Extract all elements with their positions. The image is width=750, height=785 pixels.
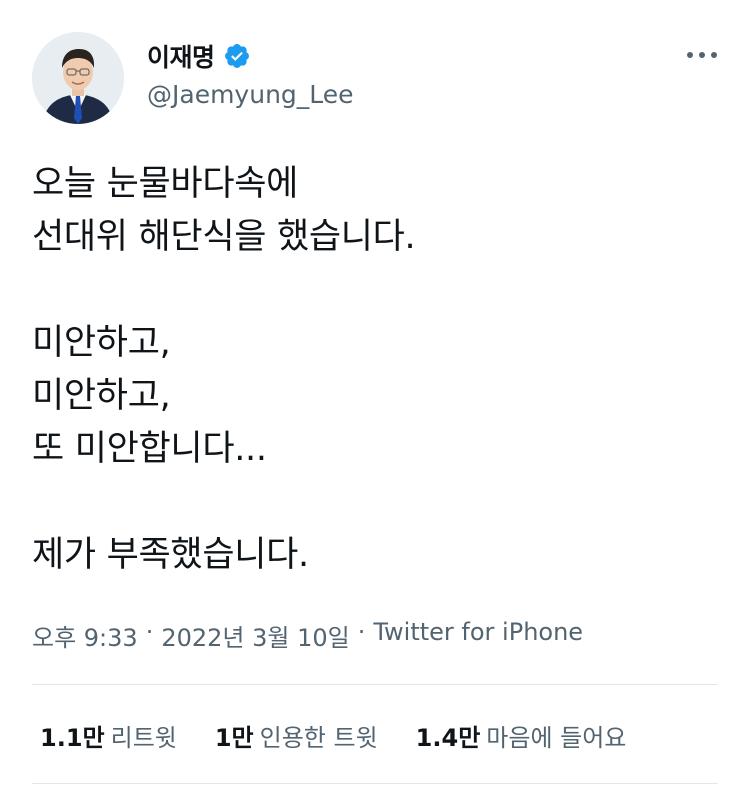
author-display-name[interactable]: 이재명 (147, 38, 215, 74)
meta-separator: · (145, 618, 154, 646)
retweets-count: 1.1만 (40, 724, 105, 752)
more-dots-icon (687, 52, 717, 58)
tweet-card: 이재명 @Jaemyung_Lee 오늘 눈물바다속에 선대위 해단식을 했습니… (0, 0, 750, 785)
tweet-time[interactable]: 오후 9:33 (32, 618, 138, 653)
quotes-stat[interactable]: 1만 인용한 트윗 (215, 718, 378, 753)
retweets-label: 리트윗 (110, 724, 177, 752)
avatar-image (32, 32, 124, 124)
author-handle[interactable]: @Jaemyung_Lee (147, 80, 354, 109)
divider (32, 684, 718, 685)
quotes-label: 인용한 트윗 (259, 724, 378, 752)
more-options-button[interactable] (684, 40, 720, 70)
likes-stat[interactable]: 1.4만 마음에 들어요 (416, 718, 627, 753)
tweet-paragraph: 미안하고, 미안하고, 또 미안합니다... (32, 323, 267, 469)
tweet-text: 오늘 눈물바다속에 선대위 해단식을 했습니다. 미안하고, 미안하고, 또 미… (32, 158, 722, 582)
retweets-stat[interactable]: 1.1만 리트윗 (40, 718, 177, 753)
avatar[interactable] (32, 32, 124, 124)
tweet-source-link[interactable]: Twitter for iPhone (373, 618, 583, 653)
quotes-count: 1만 (214, 724, 254, 752)
tweet-stats: 1.1만 리트윗 1만 인용한 트윗 1.4만 마음에 들어요 (40, 718, 664, 753)
likes-count: 1.4만 (415, 724, 481, 752)
divider (32, 783, 718, 784)
meta-separator: · (357, 618, 366, 646)
tweet-date[interactable]: 2022년 3월 10일 (161, 618, 349, 653)
likes-label: 마음에 들어요 (486, 724, 627, 752)
tweet-paragraph: 제가 부족했습니다. (32, 535, 309, 575)
tweet-meta: 오후 9:33 · 2022년 3월 10일 · Twitter for iPh… (32, 618, 583, 653)
tweet-paragraph: 오늘 눈물바다속에 선대위 해단식을 했습니다. (32, 164, 416, 257)
author-name-row: 이재명 (147, 38, 251, 74)
verified-badge-icon (223, 42, 251, 70)
